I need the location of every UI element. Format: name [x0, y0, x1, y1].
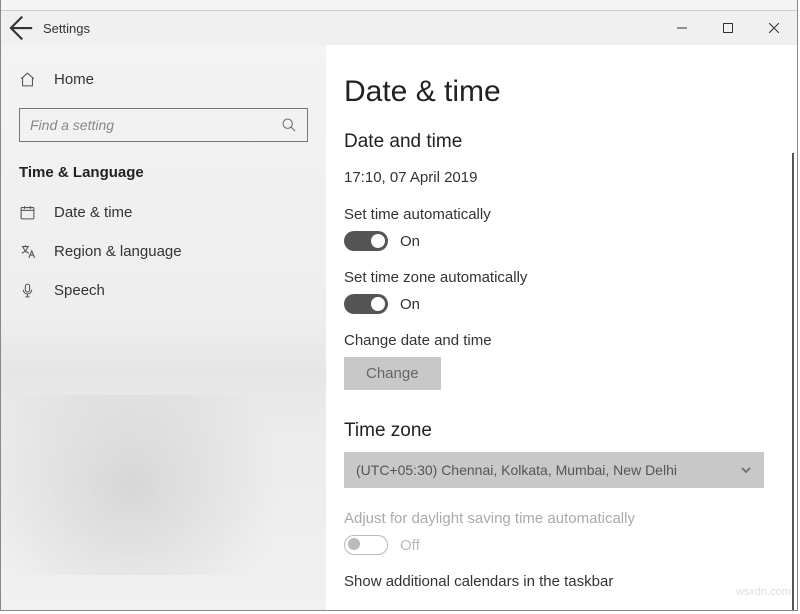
maximize-icon [723, 23, 733, 33]
close-icon [769, 23, 779, 33]
sidebar: Home Time & Language Date & time Region … [1, 45, 326, 610]
page-title: Date & time [344, 75, 769, 109]
search-input[interactable] [30, 117, 281, 133]
timezone-dropdown[interactable]: (UTC+05:30) Chennai, Kolkata, Mumbai, Ne… [344, 452, 764, 488]
set-time-auto-label: Set time automatically [344, 206, 769, 223]
set-tz-auto-label: Set time zone automatically [344, 269, 769, 286]
minimize-button[interactable] [659, 11, 705, 45]
microphone-icon [19, 282, 36, 299]
change-datetime-label: Change date and time [344, 332, 769, 349]
arrow-left-icon [1, 11, 35, 45]
current-datetime: 17:10, 07 April 2019 [344, 169, 769, 186]
dst-toggle [344, 535, 388, 555]
language-icon [19, 243, 36, 260]
content-pane: Date & time Date and time 17:10, 07 Apri… [326, 45, 797, 610]
watermark: wsxdn.com [736, 586, 791, 598]
search-icon [281, 117, 297, 133]
settings-window: Settings Home Time & Language D [0, 0, 798, 611]
chevron-down-icon [740, 464, 752, 476]
back-button[interactable] [1, 11, 35, 45]
change-button[interactable]: Change [344, 357, 441, 390]
minimize-icon [677, 23, 687, 33]
home-link[interactable]: Home [1, 65, 326, 94]
sidebar-item-label: Region & language [54, 243, 182, 260]
sidebar-item-label: Date & time [54, 204, 132, 221]
set-time-auto-state: On [400, 233, 420, 250]
sidebar-item-speech[interactable]: Speech [1, 271, 326, 310]
set-tz-auto-toggle[interactable] [344, 294, 388, 314]
sidebar-item-region-language[interactable]: Region & language [1, 232, 326, 271]
sidebar-section-title: Time & Language [1, 142, 326, 193]
close-button[interactable] [751, 11, 797, 45]
body: Home Time & Language Date & time Region … [1, 45, 797, 610]
timezone-value: (UTC+05:30) Chennai, Kolkata, Mumbai, Ne… [356, 462, 677, 478]
home-label: Home [54, 71, 94, 88]
set-time-auto-toggle[interactable] [344, 231, 388, 251]
clock-icon [19, 204, 36, 221]
scrollbar[interactable] [792, 153, 794, 610]
window-topstrip [1, 0, 797, 11]
additional-calendars-label: Show additional calendars in the taskbar [344, 573, 769, 590]
timezone-heading: Time zone [344, 420, 769, 442]
set-tz-auto-state: On [400, 296, 420, 313]
section-heading: Date and time [344, 131, 769, 153]
dst-label: Adjust for daylight saving time automati… [344, 510, 769, 527]
window-title: Settings [43, 21, 90, 36]
maximize-button[interactable] [705, 11, 751, 45]
sidebar-item-label: Speech [54, 282, 105, 299]
search-box[interactable] [19, 108, 308, 142]
home-icon [19, 71, 36, 88]
titlebar: Settings [1, 11, 797, 45]
sidebar-item-date-time[interactable]: Date & time [1, 193, 326, 232]
dst-state: Off [400, 537, 420, 554]
